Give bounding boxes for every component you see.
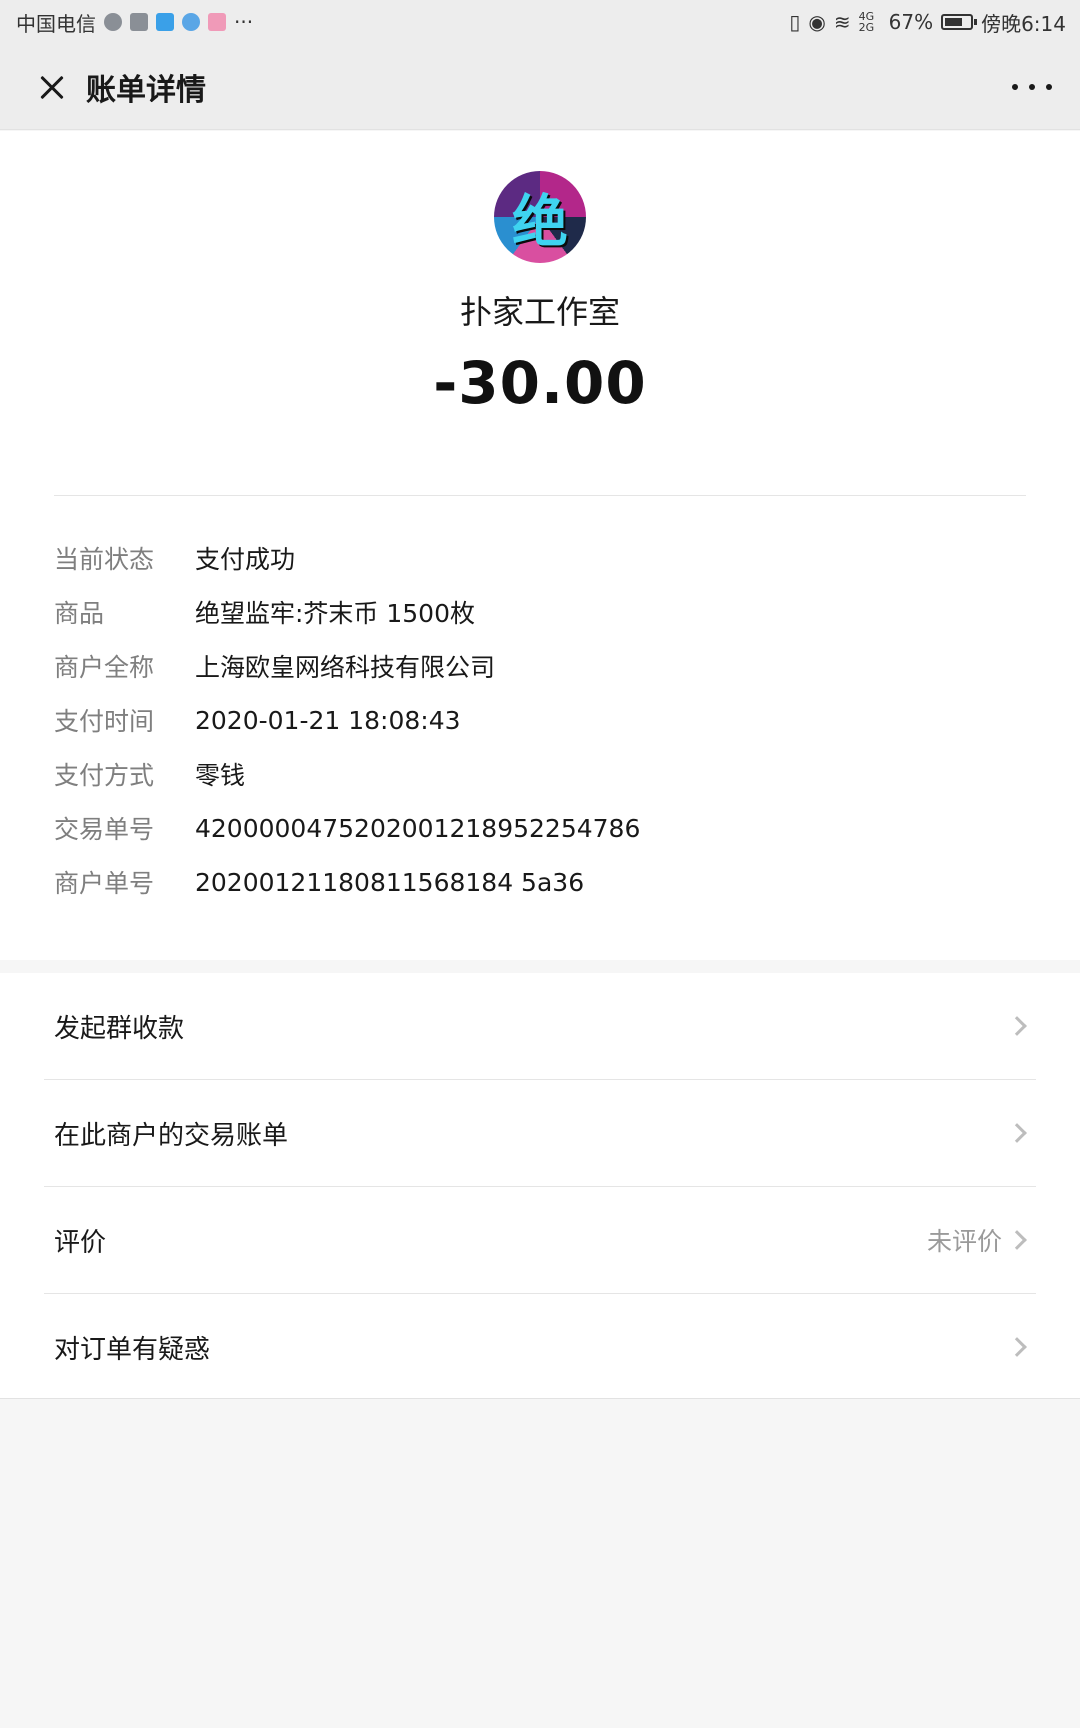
status-bar-right: ▯ ◉ ≋ 4G 2G 67% 傍晚6:14: [789, 8, 1066, 37]
wifi-icon: ≋: [833, 10, 851, 34]
notification-taptap-icon: [156, 13, 174, 31]
divider: [54, 495, 1026, 496]
detail-row-transaction-id: 交易单号 4200000475202001218952254786: [54, 801, 1026, 855]
detail-label: 支付时间: [54, 707, 155, 736]
merchant-avatar: 绝: [494, 171, 586, 263]
more-dot: [1029, 84, 1035, 90]
notification-cat-icon: [130, 13, 148, 31]
chevron-right-icon: [1007, 1123, 1027, 1143]
detail-label: 商户全称: [54, 653, 155, 682]
chevron-right-icon: [1007, 1230, 1027, 1250]
detail-row-status: 当前状态 支付成功: [54, 531, 1026, 585]
status-bar: 中国电信 ··· ▯ ◉ ≋ 4G 2G 67% 傍晚6:14: [0, 0, 1080, 44]
merchant-name: 扑家工作室: [459, 293, 620, 331]
more-dot: [1012, 84, 1018, 90]
detail-row-merchant-fullname: 商户全称 上海欧皇网络科技有限公司: [54, 639, 1026, 693]
detail-value[interactable]: 4200000475202001218952254786: [195, 814, 640, 843]
battery-icon: [941, 14, 978, 30]
detail-value[interactable]: 20200121180811568184 5a36: [195, 868, 584, 897]
vibrate-icon: ▯: [789, 10, 801, 34]
notification-app-icon: [104, 13, 122, 31]
chevron-right-icon: [1007, 1016, 1027, 1036]
detail-value: 支付成功: [195, 545, 296, 574]
action-list: 发起群收款 在此商户的交易账单 评价 未评价 对订单有疑惑: [0, 973, 1080, 1399]
status-bar-left: 中国电信 ···: [16, 8, 253, 37]
notification-pink-app-icon: [208, 13, 226, 31]
close-icon[interactable]: [20, 57, 80, 117]
detail-value: 绝望监牢:芥末币 1500枚: [195, 599, 475, 628]
detail-row-product: 商品 绝望监牢:芥末币 1500枚: [54, 585, 1026, 639]
detail-label: 商户单号: [54, 869, 155, 898]
eye-icon: ◉: [808, 10, 826, 34]
notification-qq-icon: [182, 13, 200, 31]
carrier-label: 中国电信: [16, 11, 96, 36]
more-dot: [1046, 84, 1052, 90]
detail-label: 支付方式: [54, 761, 155, 790]
order-question-button[interactable]: 对订单有疑惑: [0, 1294, 1080, 1400]
clock: 傍晚6:14: [981, 11, 1066, 36]
detail-list: 当前状态 支付成功 商品 绝望监牢:芥末币 1500枚 商户全称 上海欧皇网络科…: [54, 531, 1026, 909]
detail-label: 商品: [54, 599, 105, 628]
detail-value: 上海欧皇网络科技有限公司: [195, 653, 496, 682]
payment-amount: -30.00: [433, 349, 647, 417]
more-notifications-indicator: ···: [234, 10, 254, 34]
action-label: 评价: [54, 1227, 107, 1258]
group-collect-button[interactable]: 发起群收款: [0, 973, 1080, 1079]
action-label: 发起群收款: [54, 1013, 185, 1044]
page-title: 账单详情: [86, 72, 206, 108]
bill-summary-card: 绝 扑家工作室 -30.00 当前状态 支付成功 商品 绝望监牢:芥末币 150…: [0, 131, 1080, 960]
detail-label: 当前状态: [54, 545, 155, 574]
signal-label: 4G 2G: [858, 10, 875, 34]
avatar-glyph: 绝: [512, 189, 568, 255]
detail-value: 零钱: [195, 761, 246, 790]
action-label: 对订单有疑惑: [54, 1334, 211, 1365]
more-options-icon[interactable]: [1012, 70, 1052, 104]
rating-status: 未评价: [926, 1227, 1002, 1256]
detail-row-pay-method: 支付方式 零钱: [54, 747, 1026, 801]
detail-row-pay-time: 支付时间 2020-01-21 18:08:43: [54, 693, 1026, 747]
nav-bar: 账单详情: [0, 44, 1080, 130]
detail-value: 2020-01-21 18:08:43: [195, 705, 461, 735]
chevron-right-icon: [1007, 1337, 1027, 1357]
action-label: 在此商户的交易账单: [54, 1120, 289, 1151]
detail-label: 交易单号: [54, 815, 155, 844]
detail-row-merchant-order-id: 商户单号 20200121180811568184 5a36: [54, 855, 1026, 909]
merchant-bills-button[interactable]: 在此商户的交易账单: [0, 1080, 1080, 1186]
rate-button[interactable]: 评价 未评价: [0, 1187, 1080, 1293]
battery-percent: 67%: [888, 10, 934, 34]
